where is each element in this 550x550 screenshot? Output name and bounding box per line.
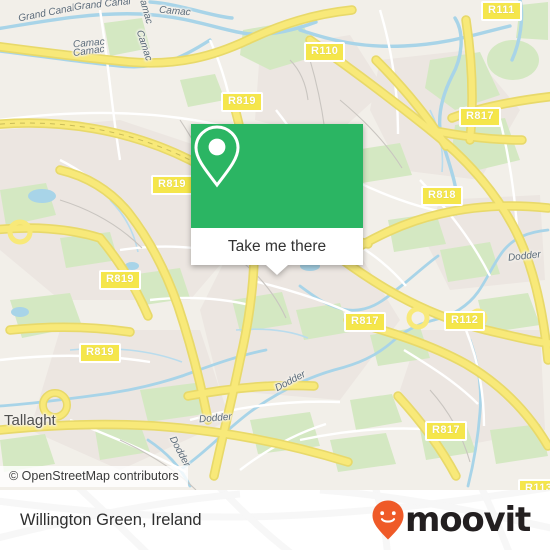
moovit-wordmark: moovit xyxy=(404,500,531,540)
moovit-pin-icon xyxy=(372,500,404,540)
road-shield[interactable]: R819 xyxy=(79,343,121,363)
footer-bar: Willington Green, Ireland moovit xyxy=(0,490,550,550)
road-shield[interactable]: R111 xyxy=(481,1,522,21)
road-shield[interactable]: R817 xyxy=(459,107,501,127)
road-shield[interactable]: R819 xyxy=(221,92,263,112)
road-shield[interactable]: R817 xyxy=(344,312,386,332)
road-shield[interactable]: R819 xyxy=(151,175,193,195)
place-label-tallaght: Tallaght xyxy=(4,412,56,429)
road-shield[interactable]: R112 xyxy=(444,311,486,331)
popup-header xyxy=(191,124,363,228)
moovit-map-screenshot: R111 R110 R819 R817 R819 R818 R819 R817 … xyxy=(0,0,550,550)
location-title: Willington Green, Ireland xyxy=(20,510,202,529)
road-shield[interactable]: R113 xyxy=(518,479,550,490)
location-popup-card[interactable]: Take me there xyxy=(191,124,363,275)
moovit-brand-logo[interactable]: moovit xyxy=(371,499,531,541)
take-me-there-label: Take me there xyxy=(227,237,327,255)
location-pin-icon xyxy=(194,125,240,188)
popup-pointer-tail xyxy=(266,265,288,275)
road-shield[interactable]: R819 xyxy=(99,270,141,290)
road-shield[interactable]: R110 xyxy=(304,42,346,62)
road-shield[interactable]: R818 xyxy=(421,186,463,206)
map-canvas[interactable]: R111 R110 R819 R817 R819 R818 R819 R817 … xyxy=(0,0,550,490)
osm-attribution[interactable]: © OpenStreetMap contributors xyxy=(0,466,188,487)
road-shield[interactable]: R817 xyxy=(425,421,467,441)
popup-action-bar[interactable]: Take me there xyxy=(191,228,363,265)
